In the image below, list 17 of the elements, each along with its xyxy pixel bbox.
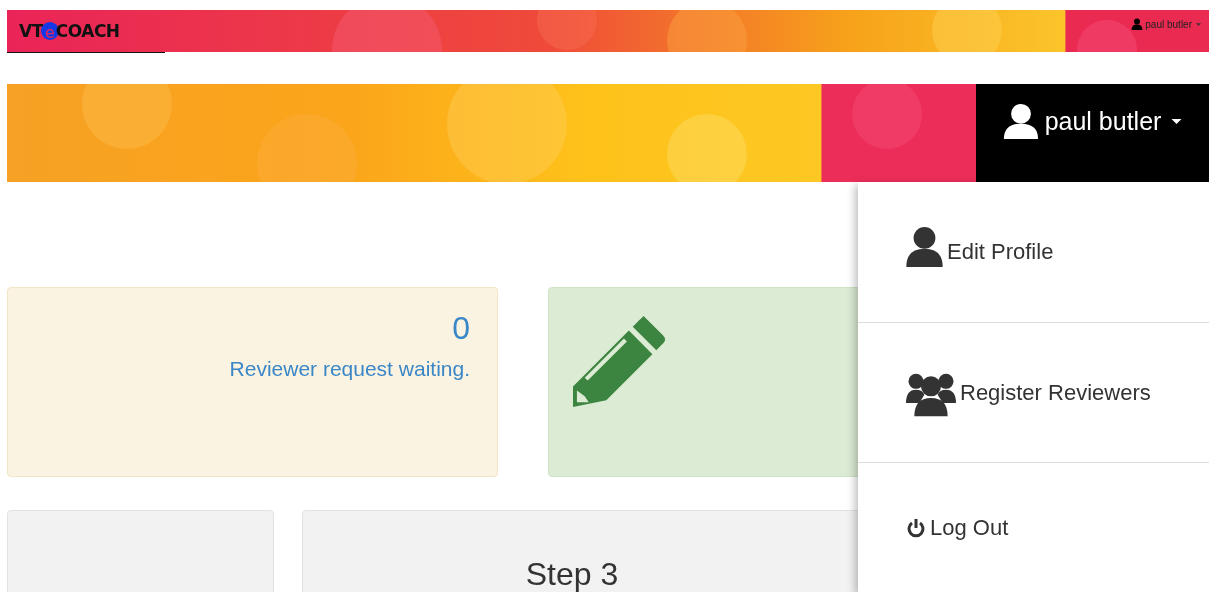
user-menu-link[interactable]: paul butler: [1131, 18, 1201, 30]
caret-icon: [1171, 118, 1183, 124]
user-icon: [906, 227, 943, 267]
menu-label: Register Reviewers: [960, 379, 1151, 406]
user-icon: [1002, 102, 1039, 140]
menu-item[interactable]: Edit Profile: [858, 182, 1209, 323]
power-icon: [906, 518, 926, 538]
menu-label: Edit Profile: [947, 239, 1054, 265]
menu-item[interactable]: Log Out: [858, 463, 1209, 592]
menu-label: Log Out: [930, 515, 1009, 541]
user-menu-button[interactable]: paul butler: [976, 84, 1209, 182]
user-icon: [1131, 18, 1144, 30]
step-title: Step 3: [525, 556, 619, 592]
caret-icon: [1196, 22, 1201, 26]
request-count: 0: [452, 310, 470, 347]
menu-item[interactable]: Register Reviewers: [858, 323, 1209, 463]
request-caption: Reviewer request waiting.: [229, 357, 470, 381]
